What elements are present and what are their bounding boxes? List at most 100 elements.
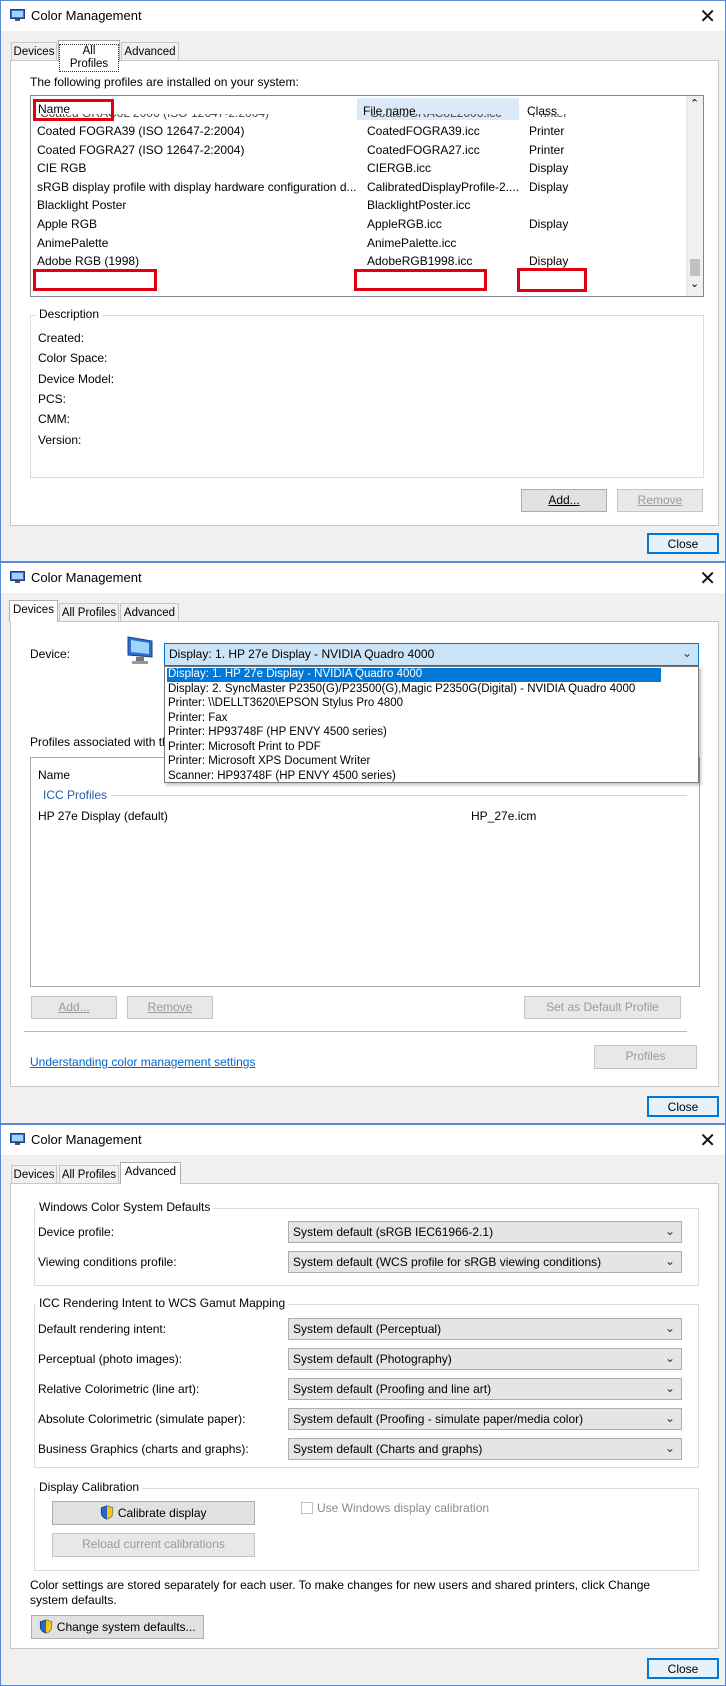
profiles-button[interactable]: Profiles [594,1045,697,1069]
tab-devices[interactable]: Devices [11,42,57,62]
table-row[interactable]: sRGB display profile with display hardwa… [34,178,674,196]
list-item-clipped: Coated GRACoL 2006 (ISO 12647-2:2004) Co… [34,114,674,122]
dropdown-option[interactable]: Printer: \\DELLT3620\EPSON Stylus Pro 48… [167,697,661,711]
tab-all-profiles[interactable]: All Profiles [59,1165,119,1185]
remove-profile-button[interactable]: Remove [617,489,703,512]
scrollbar-thumb[interactable] [690,259,700,276]
table-row[interactable]: Apple RGB AppleRGB.icc Display [34,215,674,233]
column-header-name[interactable]: Name [38,768,70,782]
associated-profiles-list[interactable]: Name ICC Profiles HP 27e Display (defaul… [30,757,700,987]
reload-calibrations-button[interactable]: Reload current calibrations [52,1533,255,1557]
description-field-label: Created: [38,331,85,345]
description-field-label: Version: [38,432,82,447]
description-field-label: Color Space: [38,351,108,366]
dropdown-option[interactable]: Printer: HP93748F (HP ENVY 4500 series) [167,726,661,740]
chevron-down-icon[interactable]: ⌄ [665,1254,675,1268]
highlight-name-cell [33,269,157,291]
tab-advanced[interactable]: Advanced [120,1162,181,1184]
tab-advanced[interactable]: Advanced [120,603,179,623]
profile-name-cell: AnimePalette [37,235,109,250]
chevron-down-icon[interactable]: ⌄ [665,1321,675,1335]
close-icon[interactable]: ✕ [699,566,716,590]
table-row[interactable]: CIE RGB CIERGB.icc Display [34,159,674,177]
setting-select[interactable]: System default (Photography) ⌄ [288,1348,682,1370]
setting-select[interactable]: System default (Proofing - simulate pape… [288,1408,682,1430]
profiles-list[interactable]: Name File name Class Coated GRACoL 2006 … [30,95,704,297]
setting-label: Perceptual (photo images): [38,1352,183,1366]
calibrate-display-button[interactable]: Calibrate display [52,1501,255,1525]
setting-select[interactable]: System default (Perceptual) ⌄ [288,1318,682,1340]
display-calibration-title: Display Calibration [36,1480,143,1494]
dropdown-option[interactable]: Printer: Fax [167,712,661,726]
profile-list-item-name[interactable]: HP 27e Display (default) [38,809,168,823]
profiles-intro: The following profiles are installed on … [30,75,299,89]
dropdown-option[interactable]: Display: 1. HP 27e Display - NVIDIA Quad… [167,668,661,682]
window-title: Color Management [31,1132,142,1147]
scroll-up-icon[interactable]: ⌃ [690,97,699,110]
chevron-down-icon[interactable]: ⌄ [665,1411,675,1425]
profile-class-cell: Printer [529,124,565,138]
description-field-label: PCS: [38,391,67,406]
table-row[interactable]: Coated FOGRA39 (ISO 12647-2:2004) CoatedF… [34,122,674,140]
chevron-down-icon[interactable]: ⌄ [665,1351,675,1365]
close-button[interactable]: Close [647,533,719,554]
setting-select[interactable]: System default (WCS profile for sRGB vie… [288,1251,682,1273]
tab-all-profiles[interactable]: All Profiles [58,40,120,72]
description-field-label: CMM: [38,412,70,427]
window-title: Color Management [31,570,142,585]
dropdown-option[interactable]: Printer: Microsoft Print to PDF [167,741,661,755]
profile-file-cell: CIERGB.icc [367,161,432,176]
use-windows-calibration-checkbox[interactable] [301,1502,313,1514]
profile-list-item-file[interactable]: HP_27e.icm [471,809,536,823]
dropdown-option[interactable]: Display: 2. SyncMaster P2350(G)/P23500(G… [167,683,661,697]
chevron-down-icon[interactable]: ⌄ [665,1224,675,1238]
title-bar: Color Management ✕ [1,1125,725,1155]
chevron-down-icon[interactable]: ⌄ [665,1441,675,1455]
device-select[interactable]: Display: 1. HP 27e Display - NVIDIA Quad… [164,643,699,666]
setting-select[interactable]: System default (Charts and graphs) ⌄ [288,1438,682,1460]
dropdown-option[interactable]: Scanner: HP93748F (HP ENVY 4500 series) [167,770,661,784]
close-button[interactable]: Close [647,1658,719,1679]
shield-icon [40,1619,53,1634]
tab-devices[interactable]: Devices [9,600,58,622]
change-system-defaults-button[interactable]: Change system defaults... [31,1615,204,1639]
profile-name-cell: CIE RGB [37,161,87,176]
scroll-down-icon[interactable]: ⌄ [690,277,699,290]
tab-advanced[interactable]: Advanced [121,42,179,62]
close-icon[interactable]: ✕ [699,4,716,28]
description-group [30,315,704,478]
profile-file-cell: AdobeRGB1998.icc [367,254,473,269]
chevron-down-icon[interactable]: ⌄ [665,1381,675,1395]
setting-select-value: System default (Charts and graphs) [293,1442,483,1456]
setting-select[interactable]: System default (sRGB IEC61966-2.1) ⌄ [288,1221,682,1243]
table-row[interactable]: Blacklight Poster BlacklightPoster.icc [34,196,674,214]
profile-name-cell: Adobe RGB (1998) [37,254,140,269]
profile-class-cell: Printer [529,142,565,157]
device-dropdown-list[interactable]: Display: 1. HP 27e Display - NVIDIA Quad… [164,666,699,783]
set-default-profile-button[interactable]: Set as Default Profile [524,996,681,1019]
chevron-down-icon[interactable]: ⌄ [682,646,692,660]
table-row[interactable]: Coated FOGRA27 (ISO 12647-2:2004) CoatedF… [34,141,674,159]
understanding-color-management-link[interactable]: Understanding color management settings [30,1055,255,1069]
profile-class-cell: Display [529,161,569,176]
profile-file-cell: CoatedFOGRA39.icc [367,124,480,138]
setting-select-value: System default (WCS profile for sRGB vie… [293,1255,602,1269]
icc-profiles-group-label: ICC Profiles [43,788,108,802]
close-icon[interactable]: ✕ [699,1128,716,1152]
shield-icon [101,1505,114,1520]
remove-profile-button[interactable]: Remove [127,996,213,1019]
add-profile-button[interactable]: Add... [521,489,607,512]
dropdown-option[interactable]: Printer: Microsoft XPS Document Writer [167,755,661,769]
scrollbar[interactable]: ⌃ ⌄ [686,96,703,296]
profile-class-cell: Display [529,217,569,231]
table-row[interactable]: AnimePalette AnimePalette.icc [34,234,674,252]
tab-all-profiles[interactable]: All Profiles [59,603,119,623]
tab-devices[interactable]: Devices [11,1165,57,1185]
add-profile-button[interactable]: Add... [31,996,117,1019]
wcs-defaults-group [34,1208,699,1286]
setting-label: Default rendering intent: [38,1322,167,1336]
close-button[interactable]: Close [647,1096,719,1117]
setting-select[interactable]: System default (Proofing and line art) ⌄ [288,1378,682,1400]
description-field-label: Device Model: [38,371,115,386]
separator [24,1031,687,1032]
